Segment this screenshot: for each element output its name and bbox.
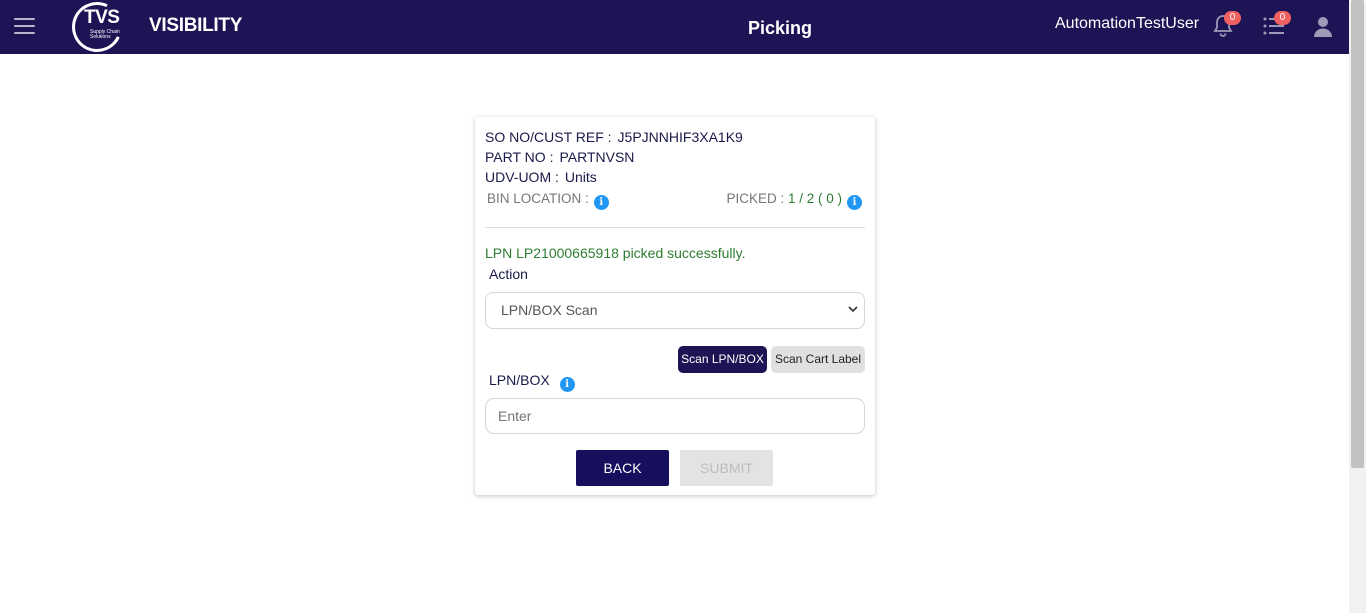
action-selected-value: LPN/BOX Scan — [501, 302, 598, 318]
scrollbar-thumb[interactable] — [1351, 0, 1364, 468]
lpn-box-label: LPN/BOX i — [489, 372, 575, 392]
part-value: PARTNVSN — [559, 149, 635, 165]
picked-label: PICKED : — [726, 191, 785, 206]
bin-location: BIN LOCATION : i — [487, 191, 609, 210]
lpn-box-label-text: LPN/BOX — [489, 372, 550, 388]
picked-count: 1 / 2 ( 0 ) — [787, 191, 842, 206]
bin-location-label: BIN LOCATION : — [487, 191, 589, 206]
tvs-logo[interactable]: TVS Supply Chain Solutions — [64, 0, 130, 60]
bin-info-icon[interactable]: i — [593, 195, 609, 210]
notifications-badge: 0 — [1224, 11, 1241, 25]
uom-info: UDV-UOM : Units — [485, 169, 597, 185]
uom-label: UDV-UOM : — [485, 169, 559, 185]
username[interactable]: AutomationTestUser — [1055, 15, 1199, 33]
notifications-button[interactable]: 0 — [1212, 11, 1241, 40]
back-button[interactable]: BACK — [576, 450, 669, 486]
page-title: Picking — [748, 18, 813, 38]
user-icon — [1314, 17, 1332, 37]
success-message: LPN LP21000665918 picked successfully. — [485, 245, 746, 261]
logo-text: TVS — [84, 7, 120, 28]
uom-value: Units — [564, 169, 597, 185]
picked-info-icon[interactable]: i — [847, 195, 862, 210]
picking-card: SO NO/CUST REF : J5PJNNHIF3XA1K9 PART NO … — [475, 117, 875, 495]
tasks-badge: 0 — [1274, 11, 1291, 25]
chevron-down-icon — [848, 306, 858, 313]
part-label: PART NO : — [485, 149, 554, 165]
submit-button[interactable]: SUBMIT — [680, 450, 773, 486]
tasks-button[interactable]: 0 — [1262, 11, 1291, 40]
picked-status: PICKED : 1 / 2 ( 0 ) i — [726, 191, 862, 210]
action-label: Action — [489, 266, 528, 282]
part-info: PART NO : PARTNVSN — [485, 149, 634, 165]
user-profile-button[interactable] — [1313, 16, 1339, 42]
action-select[interactable]: LPN/BOX Scan — [485, 292, 865, 329]
so-value: J5PJNNHIF3XA1K9 — [617, 129, 743, 145]
so-label: SO NO/CUST REF : — [485, 129, 612, 145]
brand-name: VISIBILITY — [149, 15, 243, 36]
divider — [485, 227, 865, 228]
scan-cart-label-button[interactable]: Scan Cart Label — [771, 346, 865, 373]
so-info: SO NO/CUST REF : J5PJNNHIF3XA1K9 — [485, 129, 743, 145]
hamburger-menu-icon[interactable] — [14, 18, 35, 35]
lpn-info-icon[interactable]: i — [559, 377, 575, 392]
logo-subtext: Supply Chain Solutions — [90, 29, 120, 40]
lpn-box-input[interactable] — [485, 398, 865, 434]
top-navbar: TVS Supply Chain Solutions VISIBILITY Pi… — [0, 0, 1349, 60]
scan-lpn-box-button[interactable]: Scan LPN/BOX — [678, 346, 767, 373]
